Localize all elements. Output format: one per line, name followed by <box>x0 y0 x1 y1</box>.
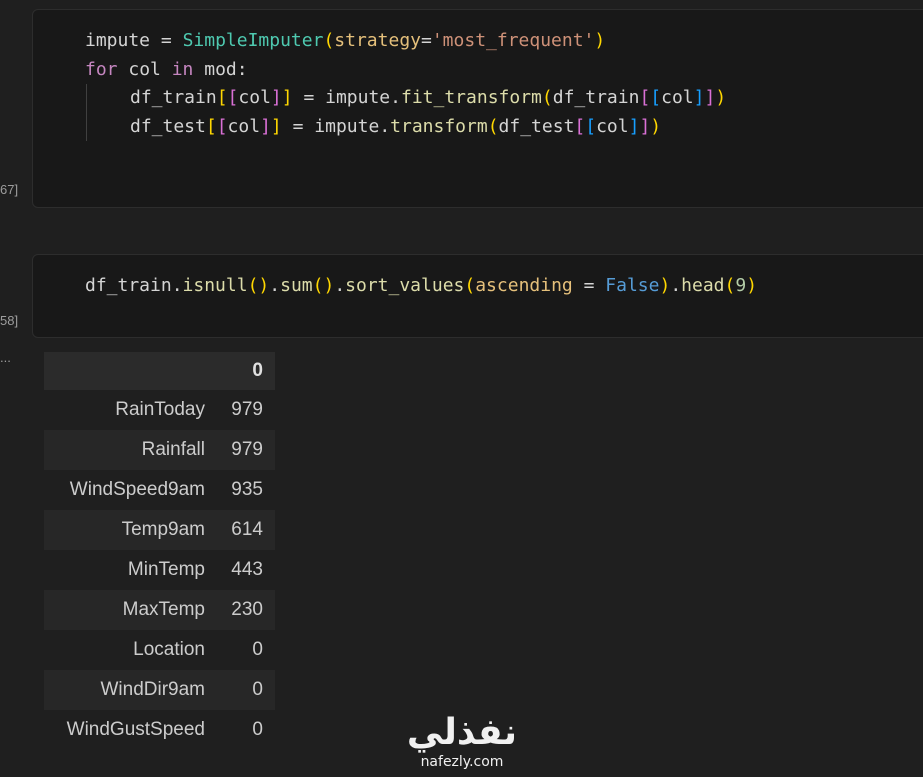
indent-guide <box>86 112 130 141</box>
code-editor[interactable]: df_train.isnull().sum().sort_values(asce… <box>85 272 757 301</box>
code-cell[interactable]: impute = SimpleImputer(strategy='most_fr… <box>32 9 923 208</box>
row-label: WindSpeed9am <box>69 479 205 500</box>
code-line: df_test[[col]] = impute.transform(df_tes… <box>85 112 726 141</box>
table-row: MaxTemp 230 <box>44 590 275 630</box>
row-value: 979 <box>231 439 263 460</box>
row-value: 443 <box>231 559 263 580</box>
nafezly-watermark: نفذلي nafezly.com <box>404 712 520 774</box>
table-row: WindDir9am 0 <box>44 670 275 710</box>
code-line: for col in mod: <box>85 58 248 80</box>
output-prompt: ... <box>0 350 11 365</box>
execution-count-label: 67] <box>0 182 19 197</box>
notebook-page: 67] impute = SimpleImputer(strategy='mos… <box>0 0 923 777</box>
row-label: WindGustSpeed <box>66 719 205 740</box>
indent-guide <box>86 84 130 113</box>
table-row: MinTemp 443 <box>44 550 275 590</box>
row-label: WindDir9am <box>100 679 205 700</box>
table-row: WindSpeed9am 935 <box>44 470 275 510</box>
row-value: 935 <box>231 479 263 500</box>
row-label: Rainfall <box>141 439 205 460</box>
table-row: RainToday 979 <box>44 390 275 430</box>
row-value: 979 <box>231 399 263 420</box>
table-row: Location 0 <box>44 630 275 670</box>
row-label: MaxTemp <box>122 599 205 620</box>
column-header: 0 <box>217 352 275 390</box>
row-value: 0 <box>252 719 263 740</box>
row-value: 0 <box>252 679 263 700</box>
index-header <box>44 352 217 390</box>
output-dataframe: 0 RainToday 979 Rainfall 979 WindSpeed9am 9… <box>44 352 275 750</box>
table-row: Temp9am 614 <box>44 510 275 550</box>
table-row: Rainfall 979 <box>44 430 275 470</box>
row-label: Temp9am <box>121 519 205 540</box>
watermark-logo: نفذلي <box>406 712 518 753</box>
code-line: df_train.isnull().sum().sort_values(asce… <box>85 275 758 296</box>
row-value: 0 <box>252 639 263 660</box>
table-row: WindGustSpeed 0 <box>44 710 275 750</box>
row-value: 230 <box>231 599 263 620</box>
code-editor[interactable]: impute = SimpleImputer(strategy='most_fr… <box>85 27 726 141</box>
row-label: Location <box>133 639 205 660</box>
code-cell[interactable]: df_train.isnull().sum().sort_values(asce… <box>32 254 923 338</box>
row-label: RainToday <box>115 399 205 420</box>
row-value: 614 <box>231 519 263 540</box>
execution-count-label: 58] <box>0 313 19 328</box>
code-line: impute = SimpleImputer(strategy='most_fr… <box>85 30 606 51</box>
table-header-row: 0 <box>44 352 275 390</box>
row-label: MinTemp <box>127 559 205 580</box>
code-line: df_train[[col]] = impute.fit_transform(d… <box>85 84 726 113</box>
watermark-url: nafezly.com <box>420 754 504 770</box>
